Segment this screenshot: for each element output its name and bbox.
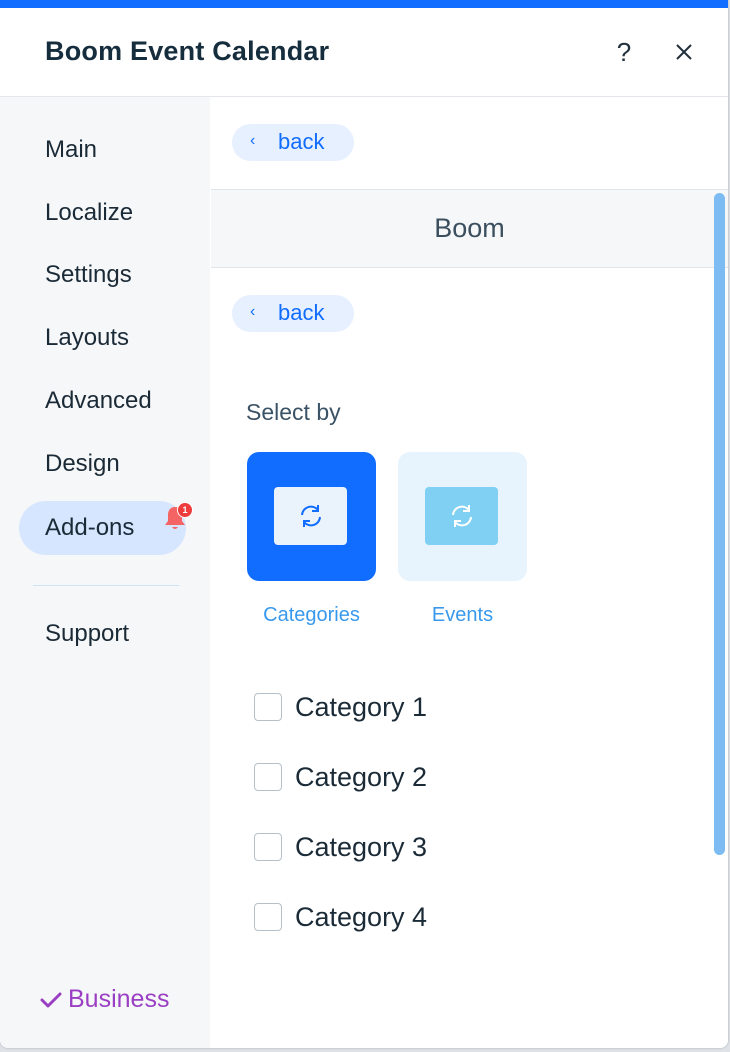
plan-badge[interactable]: Business bbox=[40, 985, 169, 1014]
category-row[interactable]: Category 4 bbox=[254, 900, 427, 934]
notification-badge: 1 bbox=[177, 502, 193, 518]
sidebar-item-label: Support bbox=[45, 620, 130, 647]
category-label: Category 3 bbox=[295, 831, 428, 862]
back-label: back bbox=[278, 300, 325, 325]
sidebar-item-localize[interactable]: Localize bbox=[19, 186, 186, 240]
panel-title: Boom Event Calendar bbox=[45, 36, 330, 66]
top-accent-bar bbox=[0, 0, 728, 8]
settings-panel: Boom Event Calendar ? Main Localize Sett… bbox=[0, 0, 728, 1048]
category-checkbox[interactable] bbox=[254, 903, 282, 931]
sidebar-item-label: Settings bbox=[45, 261, 132, 288]
category-row[interactable]: Category 3 bbox=[254, 830, 427, 864]
choice-label-events: Events bbox=[431, 604, 494, 626]
choice-icon-box bbox=[274, 487, 347, 545]
sidebar-item-add-ons[interactable]: Add-ons bbox=[19, 501, 186, 555]
chevron-left-icon: ‹ bbox=[250, 132, 256, 149]
category-row[interactable]: Category 1 bbox=[254, 690, 427, 724]
section-title: Boom bbox=[211, 189, 728, 268]
chevron-left-icon: ‹ bbox=[250, 303, 256, 320]
category-label: Category 2 bbox=[295, 761, 428, 792]
close-icon bbox=[676, 44, 692, 60]
sidebar-item-design[interactable]: Design bbox=[19, 437, 186, 491]
main-content: ‹ back Boom ‹ back Select by Categories bbox=[211, 97, 728, 1048]
refresh-icon bbox=[300, 505, 321, 527]
sidebar-item-label: Localize bbox=[45, 199, 134, 226]
back-button-top[interactable]: ‹ back bbox=[232, 124, 354, 161]
close-button[interactable] bbox=[666, 34, 702, 70]
help-button[interactable]: ? bbox=[606, 34, 642, 70]
sidebar-item-settings[interactable]: Settings bbox=[19, 248, 186, 302]
sidebar-divider bbox=[33, 585, 179, 586]
sidebar-item-label: Layouts bbox=[45, 324, 130, 351]
choice-events[interactable] bbox=[398, 452, 527, 581]
plan-label: Business bbox=[68, 985, 170, 1013]
checkmark-icon bbox=[40, 992, 62, 1007]
sidebar-item-advanced[interactable]: Advanced bbox=[19, 374, 186, 428]
choice-categories[interactable] bbox=[247, 452, 376, 581]
back-label: back bbox=[278, 129, 325, 154]
sidebar-item-main[interactable]: Main bbox=[19, 123, 186, 177]
category-checkbox[interactable] bbox=[254, 763, 282, 791]
choice-label-categories: Categories bbox=[263, 604, 360, 626]
sidebar: Main Localize Settings Layouts Advanced … bbox=[0, 97, 210, 1048]
sidebar-item-layouts[interactable]: Layouts bbox=[19, 311, 186, 365]
category-row[interactable]: Category 2 bbox=[254, 760, 427, 794]
category-checkbox[interactable] bbox=[254, 693, 282, 721]
category-label: Category 4 bbox=[295, 901, 428, 932]
sidebar-item-support[interactable]: Support bbox=[19, 607, 186, 661]
panel-header: Boom Event Calendar ? bbox=[0, 8, 728, 97]
select-by-label: Select by bbox=[246, 399, 341, 425]
scrollbar[interactable] bbox=[714, 193, 725, 855]
choice-icon-box bbox=[425, 487, 498, 545]
sidebar-item-label: Design bbox=[45, 450, 120, 477]
category-label: Category 1 bbox=[295, 691, 428, 722]
category-checkbox[interactable] bbox=[254, 833, 282, 861]
question-mark-icon: ? bbox=[616, 36, 632, 67]
sidebar-item-label: Main bbox=[45, 136, 98, 163]
refresh-icon bbox=[451, 505, 472, 527]
back-button-inner[interactable]: ‹ back bbox=[232, 295, 354, 332]
sidebar-item-label: Add-ons bbox=[45, 514, 135, 541]
sidebar-item-label: Advanced bbox=[45, 387, 152, 414]
